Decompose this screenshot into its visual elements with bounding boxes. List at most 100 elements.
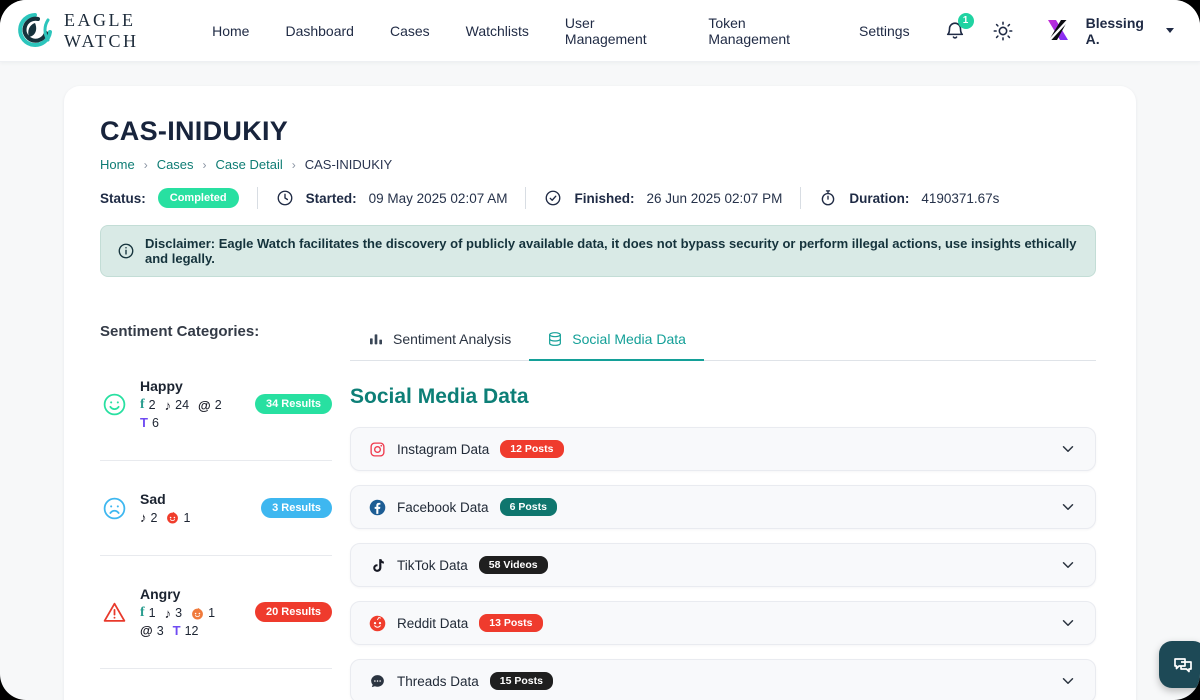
post-count-badge: 13 Posts <box>479 614 542 632</box>
tiktok-icon: ♪ <box>140 510 147 525</box>
breadcrumb-home[interactable]: Home <box>100 157 135 172</box>
notification-count-badge: 1 <box>958 13 974 29</box>
finished-value: 26 Jun 2025 02:07 PM <box>646 191 782 206</box>
accordion-tiktok[interactable]: TikTok Data 58 Videos <box>350 543 1096 587</box>
accordion-label: Threads Data <box>397 674 479 689</box>
sentiment-name: Angry <box>140 586 242 602</box>
post-count-badge: 15 Posts <box>490 672 553 690</box>
tab-bar: Sentiment Analysis Social Media Data <box>350 323 1096 361</box>
finished-label: Finished: <box>574 191 634 206</box>
breadcrumb-separator: › <box>203 158 207 172</box>
sentiment-row-sad[interactable]: Sad ♪2 1 3 Results <box>100 461 332 556</box>
instagram-icon <box>369 441 386 458</box>
accordion-reddit[interactable]: Reddit Data 13 Posts <box>350 601 1096 645</box>
chat-fab-button[interactable] <box>1159 641 1200 688</box>
sentiment-row-angry[interactable]: Angry f1 ♪3 1 @3 T12 20 Results <box>100 556 332 669</box>
breadcrumb-case-detail[interactable]: Case Detail <box>216 157 283 172</box>
status-badge: Completed <box>158 188 239 208</box>
facebook-icon: f <box>140 397 145 413</box>
tab-social-media-data[interactable]: Social Media Data <box>529 323 704 360</box>
bar-chart-icon <box>368 331 384 347</box>
telegram-count: T6 <box>140 415 159 430</box>
breadcrumb-cases[interactable]: Cases <box>157 157 194 172</box>
nav-user-management[interactable]: User Management <box>565 15 672 47</box>
app-window: EAGLE WATCH Home Dashboard Cases Watchli… <box>0 0 1200 700</box>
chevron-down-icon <box>1059 614 1077 632</box>
case-meta-row: Status: Completed Started: 09 May 2025 0… <box>100 187 1096 209</box>
results-badge: 20 Results <box>255 602 332 622</box>
disclaimer-banner: Disclaimer: Eagle Watch facilitates the … <box>100 225 1096 277</box>
top-nav-bar: EAGLE WATCH Home Dashboard Cases Watchli… <box>0 0 1200 62</box>
social-media-panel: Sentiment Analysis Social Media Data <box>350 323 1096 700</box>
accordion-threads[interactable]: Threads Data 15 Posts <box>350 659 1096 700</box>
avatar <box>1040 13 1076 49</box>
chevron-down-icon <box>1059 440 1077 458</box>
eagle-watch-logo-icon <box>14 10 56 52</box>
reddit-count: 1 <box>166 511 190 525</box>
check-circle-icon <box>544 189 562 207</box>
nav-watchlists[interactable]: Watchlists <box>466 23 529 39</box>
tiktok-icon: ♪ <box>165 606 172 621</box>
facebook-icon <box>369 499 386 516</box>
disclaimer-text: Disclaimer: Eagle Watch facilitates the … <box>145 236 1079 266</box>
notifications-button[interactable]: 1 <box>944 20 966 42</box>
frown-icon <box>102 496 127 521</box>
breadcrumb-separator: › <box>292 158 296 172</box>
case-detail-card: CAS-INIDUKIY Home › Cases › Case Detail … <box>64 86 1136 700</box>
telegram-icon: T <box>173 623 181 638</box>
threads-count: @3 <box>140 623 164 638</box>
breadcrumb-current: CAS-INIDUKIY <box>305 157 392 172</box>
nav-cases[interactable]: Cases <box>390 23 430 39</box>
tiktok-icon <box>369 557 386 574</box>
chat-icon <box>1171 653 1195 677</box>
info-icon <box>117 242 135 260</box>
accordion-label: Instagram Data <box>397 442 489 457</box>
reddit-count: 1 <box>191 606 215 620</box>
accordion-label: Facebook Data <box>397 500 489 515</box>
user-menu[interactable]: Blessing A. <box>1040 13 1174 49</box>
nav-token-management[interactable]: Token Management <box>708 15 823 47</box>
threads-icon <box>369 673 386 690</box>
database-icon <box>547 331 563 347</box>
divider <box>800 187 801 209</box>
smiley-icon <box>102 392 127 417</box>
sentiment-name: Sad <box>140 491 248 507</box>
tiktok-count: ♪2 <box>140 510 157 525</box>
results-badge: 34 Results <box>255 394 332 414</box>
sentiment-heading: Sentiment Categories: <box>100 323 332 340</box>
duration-value: 4190371.67s <box>921 191 999 206</box>
threads-count: @2 <box>198 398 222 413</box>
results-badge: 3 Results <box>261 498 332 518</box>
nav-dashboard[interactable]: Dashboard <box>285 23 354 39</box>
status-label: Status: <box>100 191 146 206</box>
theme-toggle-button[interactable] <box>992 20 1014 42</box>
post-count-badge: 6 Posts <box>500 498 557 516</box>
chevron-down-icon <box>1059 498 1077 516</box>
brand[interactable]: EAGLE WATCH <box>14 10 212 52</box>
divider <box>257 187 258 209</box>
sentiment-row-happy[interactable]: Happy f2 ♪24 @2 T6 34 Results <box>100 340 332 461</box>
nav-settings[interactable]: Settings <box>859 23 910 39</box>
threads-icon: @ <box>198 398 211 413</box>
tiktok-icon: ♪ <box>165 398 172 413</box>
accordion-label: TikTok Data <box>397 558 468 573</box>
reddit-icon <box>369 615 386 632</box>
threads-icon: @ <box>140 623 153 638</box>
facebook-icon: f <box>140 605 145 621</box>
section-heading: Social Media Data <box>350 385 1096 409</box>
brand-name: EAGLE WATCH <box>64 10 212 52</box>
nav-home[interactable]: Home <box>212 23 249 39</box>
breadcrumb: Home › Cases › Case Detail › CAS-INIDUKI… <box>100 157 1096 172</box>
chevron-down-icon <box>1059 556 1077 574</box>
main-nav: Home Dashboard Cases Watchlists User Man… <box>212 15 909 47</box>
telegram-count: T12 <box>173 623 199 638</box>
started-value: 09 May 2025 02:07 AM <box>369 191 508 206</box>
sentiment-categories-panel: Sentiment Categories: Happy f2 <box>100 323 332 700</box>
duration-label: Duration: <box>849 191 909 206</box>
accordion-facebook[interactable]: Facebook Data 6 Posts <box>350 485 1096 529</box>
accordion-instagram[interactable]: Instagram Data 12 Posts <box>350 427 1096 471</box>
warning-triangle-icon <box>102 600 127 625</box>
tab-sentiment-analysis[interactable]: Sentiment Analysis <box>350 323 529 360</box>
chevron-down-icon <box>1059 672 1077 690</box>
post-count-badge: 12 Posts <box>500 440 563 458</box>
